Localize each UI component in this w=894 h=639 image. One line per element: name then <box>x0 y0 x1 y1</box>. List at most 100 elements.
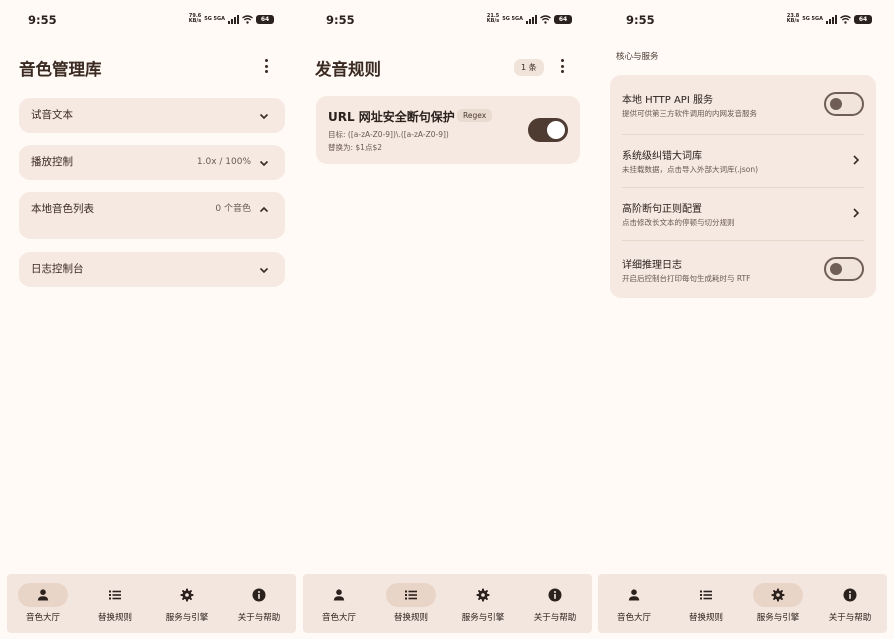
nav-label: 服务与引擎 <box>756 613 800 623</box>
status-system-icons: 79.6 KB/s 5G 5GA 64 <box>185 14 274 24</box>
more-options-icon[interactable] <box>557 58 567 74</box>
status-system-icons: 21.5 KB/s 5G 5GA 64 <box>483 14 572 24</box>
status-time: 9:55 <box>326 13 355 27</box>
list-icon <box>700 590 712 600</box>
status-bar: 9:55 23.8 KB/s 5G 5GA 64 <box>598 13 894 29</box>
battery-icon: 64 <box>554 14 572 24</box>
setting-title: 详细推理日志 <box>622 260 682 271</box>
regex-badge: Regex <box>457 109 493 122</box>
screen-voice-library: 9:55 79.6 KB/s 5G 5GA 64 音色管理库 试音文本 播放控制… <box>0 0 296 639</box>
inference-log-toggle[interactable] <box>824 257 864 281</box>
nav-label: 音色大厅 <box>321 613 356 623</box>
section-log-console[interactable]: 日志控制台 <box>19 252 285 287</box>
gear-icon <box>771 588 785 602</box>
setting-subtitle: 开启后控制台打印每句生成耗时与 RTF <box>622 274 751 283</box>
setting-http-api[interactable]: 本地 HTTP API 服务 提供可供第三方软件调用的内网发音服务 <box>622 75 864 133</box>
chevron-up-icon <box>259 206 269 213</box>
person-icon <box>37 589 49 601</box>
info-icon <box>843 588 857 602</box>
status-time: 9:55 <box>626 13 655 27</box>
nav-label: 音色大厅 <box>616 613 651 623</box>
nav-label: 关于与帮助 <box>237 613 281 623</box>
info-icon <box>548 588 562 602</box>
setting-sentence-regex[interactable]: 高阶断句正则配置 点击修改长文本的停顿与切分规则 <box>622 188 864 240</box>
nav-item-services[interactable]: 服务与引擎 <box>151 574 223 633</box>
page-title: 发音规则 <box>315 60 381 79</box>
nav-label: 替换规则 <box>688 613 723 623</box>
setting-subtitle: 点击修改长文本的停顿与切分规则 <box>622 218 735 227</box>
setting-title: 本地 HTTP API 服务 <box>622 95 713 106</box>
list-icon <box>109 590 121 600</box>
chevron-right-icon <box>853 208 860 218</box>
services-card: 本地 HTTP API 服务 提供可供第三方软件调用的内网发音服务 系统级纠错大… <box>610 75 876 298</box>
nav-label: 替换规则 <box>393 613 428 623</box>
nav-item-services[interactable]: 服务与引擎 <box>742 574 814 633</box>
setting-title: 系统级纠错大词库 <box>622 151 702 162</box>
chevron-down-icon <box>259 267 269 274</box>
status-bar: 9:55 79.6 KB/s 5G 5GA 64 <box>0 13 296 29</box>
nav-label: 音色大厅 <box>25 613 60 623</box>
section-label: 本地音色列表 <box>31 203 94 215</box>
nav-item-about[interactable]: 关于与帮助 <box>814 574 886 633</box>
gear-icon <box>476 588 490 602</box>
network-speed: 79.6 KB/s <box>188 13 202 24</box>
bottom-nav: 音色大厅 替换规则 服务与引擎 关于与帮助 <box>303 574 592 633</box>
signal-icon <box>526 14 537 24</box>
http-api-toggle[interactable] <box>824 92 864 116</box>
setting-inference-log[interactable]: 详细推理日志 开启后控制台打印每句生成耗时与 RTF <box>622 241 864 298</box>
network-type: 5G 5GA <box>204 15 225 22</box>
section-label: 日志控制台 <box>31 263 84 275</box>
battery-icon: 64 <box>854 14 872 24</box>
nav-item-about[interactable]: 关于与帮助 <box>519 574 591 633</box>
nav-label: 关于与帮助 <box>533 613 577 623</box>
section-label: 试音文本 <box>31 109 73 121</box>
nav-item-about[interactable]: 关于与帮助 <box>223 574 295 633</box>
setting-subtitle: 未挂载数据，点击导入外部大词库(.json) <box>622 165 759 174</box>
section-playback-control[interactable]: 播放控制 1.0x / 100% <box>19 145 285 180</box>
section-local-voices[interactable]: 本地音色列表 0 个音色 <box>19 192 285 239</box>
rule-card[interactable]: URL 网址安全断句保护 Regex 目标: ([a-zA-Z0-9])\.([… <box>316 96 580 164</box>
gear-icon <box>180 588 194 602</box>
rule-enabled-toggle[interactable] <box>528 118 568 142</box>
rule-target: 目标: ([a-zA-Z0-9])\.([a-zA-Z0-9]) <box>328 130 449 139</box>
status-system-icons: 23.8 KB/s 5G 5GA 64 <box>783 14 872 24</box>
rule-replacement: 替换为: $1点$2 <box>328 143 382 152</box>
chevron-right-icon <box>853 155 860 165</box>
chevron-down-icon <box>259 160 269 167</box>
wifi-icon <box>840 14 851 24</box>
section-preview-text[interactable]: 试音文本 <box>19 98 285 133</box>
person-icon <box>628 589 640 601</box>
page-title: 音色管理库 <box>19 60 102 79</box>
chevron-down-icon <box>259 113 269 120</box>
more-options-icon[interactable] <box>261 58 271 74</box>
bottom-nav: 音色大厅 替换规则 服务与引擎 关于与帮助 <box>7 574 296 633</box>
signal-icon <box>826 14 837 24</box>
setting-subtitle: 提供可供第三方软件调用的内网发音服务 <box>622 109 757 118</box>
network-speed: 23.8 KB/s <box>786 13 800 24</box>
nav-item-voice-hall[interactable]: 音色大厅 <box>303 574 375 633</box>
rule-count-badge: 1 条 <box>514 59 544 76</box>
wifi-icon <box>540 14 551 24</box>
person-icon <box>333 589 345 601</box>
nav-item-replace-rules[interactable]: 替换规则 <box>670 574 742 633</box>
section-label-core-services: 核心与服务 <box>616 52 659 62</box>
setting-title: 高阶断句正则配置 <box>622 204 702 215</box>
status-bar: 9:55 21.5 KB/s 5G 5GA 64 <box>298 13 594 29</box>
nav-item-replace-rules[interactable]: 替换规则 <box>79 574 151 633</box>
nav-item-services[interactable]: 服务与引擎 <box>447 574 519 633</box>
voice-count: 0 个音色 <box>215 204 251 214</box>
nav-item-voice-hall[interactable]: 音色大厅 <box>7 574 79 633</box>
battery-icon: 64 <box>256 14 274 24</box>
nav-item-voice-hall[interactable]: 音色大厅 <box>598 574 670 633</box>
nav-label: 替换规则 <box>97 613 132 623</box>
network-type: 5G 5GA <box>802 15 823 22</box>
network-type: 5G 5GA <box>502 15 523 22</box>
playback-value: 1.0x / 100% <box>196 157 251 167</box>
list-icon <box>405 590 417 600</box>
setting-correction-dictionary[interactable]: 系统级纠错大词库 未挂载数据，点击导入外部大词库(.json) <box>622 135 864 187</box>
wifi-icon <box>242 14 253 24</box>
status-time: 9:55 <box>28 13 57 27</box>
nav-item-replace-rules[interactable]: 替换规则 <box>375 574 447 633</box>
rule-title: URL 网址安全断句保护 <box>328 110 455 124</box>
signal-icon <box>228 14 239 24</box>
